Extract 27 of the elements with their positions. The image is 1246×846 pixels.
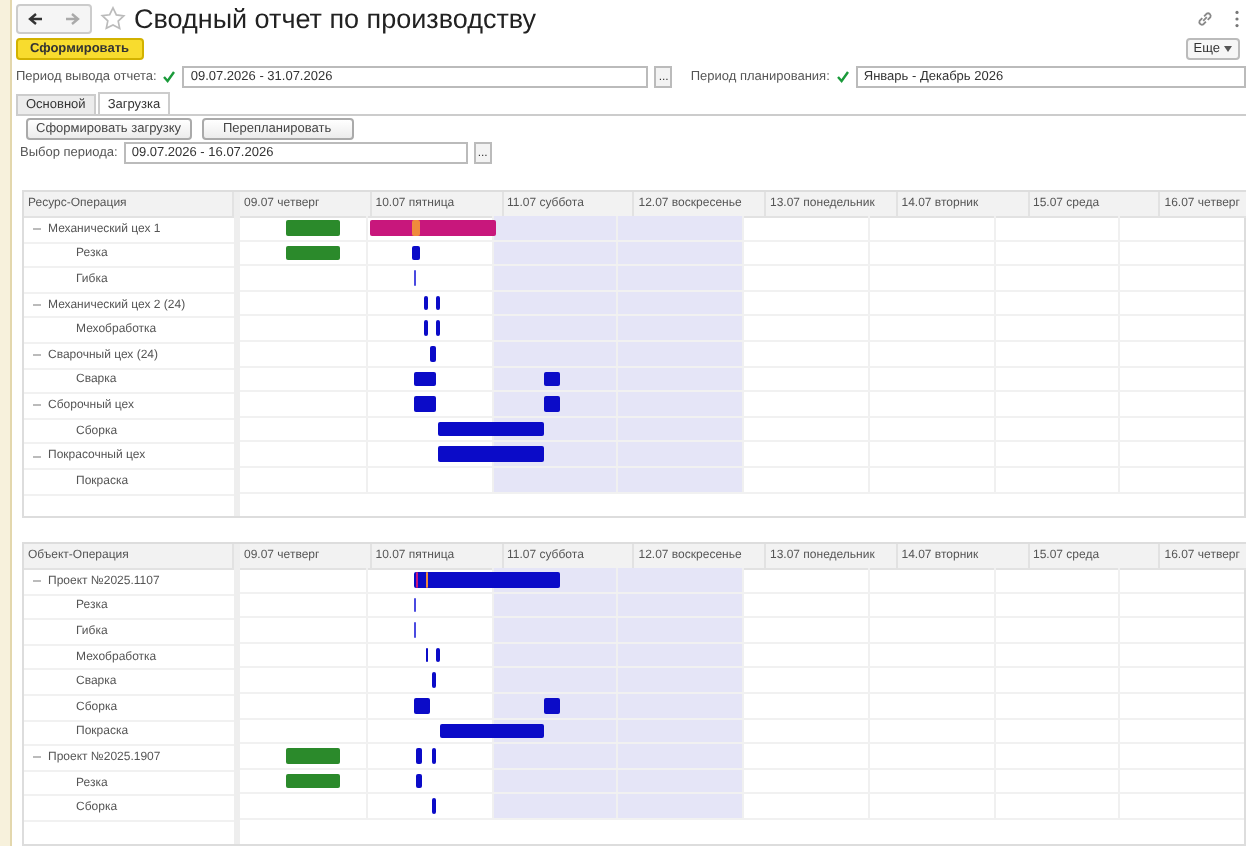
- gantt-bar[interactable]: [423, 320, 428, 336]
- gantt-bar[interactable]: [439, 723, 544, 739]
- star-icon[interactable]: [100, 5, 126, 32]
- gantt-bar[interactable]: [423, 295, 428, 311]
- gantt-bar[interactable]: [415, 773, 422, 789]
- gantt-bar[interactable]: [431, 672, 436, 688]
- gantt-bar[interactable]: [413, 371, 436, 387]
- checkbox[interactable]: [835, 70, 850, 85]
- gantt-bar[interactable]: [413, 396, 436, 412]
- gantt-bar[interactable]: [411, 245, 420, 261]
- gantt-bar[interactable]: [413, 571, 560, 588]
- gantt-bar[interactable]: [415, 748, 422, 764]
- gantt-bar[interactable]: [435, 295, 440, 311]
- window-title: Сводный отчет по производству: [134, 3, 539, 34]
- gantt-bar[interactable]: [431, 748, 436, 764]
- checkbox[interactable]: [162, 70, 177, 85]
- gantt-bar[interactable]: [429, 345, 436, 362]
- gantt-bar[interactable]: [413, 697, 430, 714]
- back-arrow-icon: [28, 11, 44, 26]
- gantt-bar[interactable]: [435, 647, 440, 663]
- gantt-bar[interactable]: [431, 798, 436, 814]
- forward-arrow-icon: [64, 11, 80, 26]
- gantt-bar[interactable]: [435, 320, 440, 336]
- gantt-bar[interactable]: [437, 421, 544, 437]
- caret-icon: [1224, 46, 1232, 53]
- gantt-bar[interactable]: [369, 219, 496, 236]
- gantt-bar[interactable]: [411, 219, 420, 236]
